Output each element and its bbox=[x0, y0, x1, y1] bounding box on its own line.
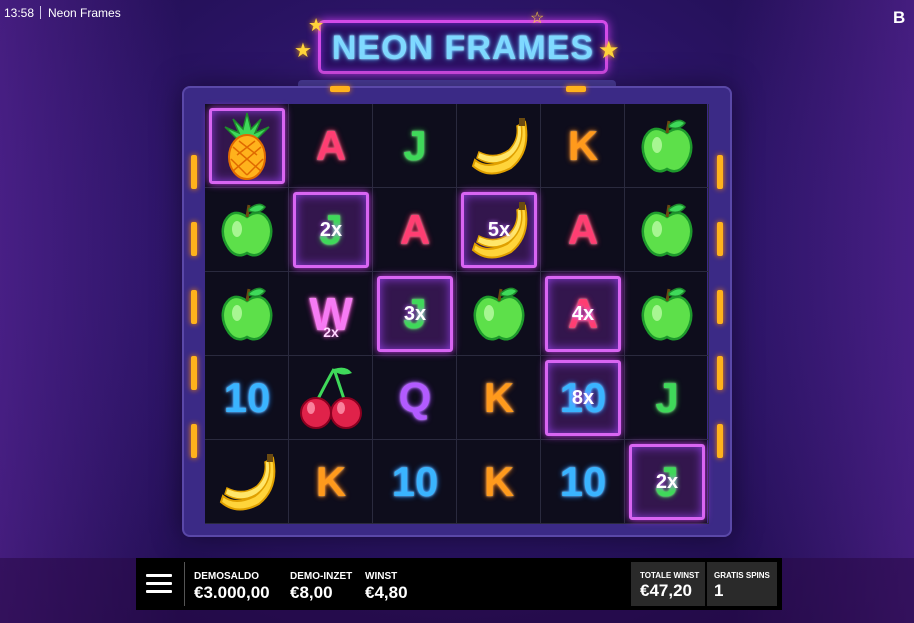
reel-cell: K bbox=[457, 356, 541, 440]
apple-icon bbox=[625, 272, 709, 356]
reel-cell: K bbox=[457, 440, 541, 524]
side-lamp bbox=[717, 155, 723, 189]
winst-label: WINST bbox=[365, 571, 398, 582]
apple-icon bbox=[205, 272, 289, 356]
reel-grid: A J K J 2x A 5x A W 2x J 3x A 4x 10 Q K 10 8x J K 10 K 10 J 2x bbox=[205, 104, 709, 524]
apple-icon bbox=[205, 188, 289, 272]
frame-multiplier: 3x bbox=[403, 303, 427, 325]
banana-icon bbox=[457, 104, 541, 188]
reel-cell: J 2x bbox=[625, 440, 709, 524]
reel-cell: 10 bbox=[541, 440, 625, 524]
banana-icon bbox=[205, 440, 289, 524]
symbol-10: 10 bbox=[391, 458, 439, 505]
reel-cell: J 3x bbox=[373, 272, 457, 356]
reel-cell: K bbox=[289, 440, 373, 524]
reel-cell: A bbox=[373, 188, 457, 272]
divider bbox=[184, 562, 185, 606]
symbol-k: K bbox=[483, 458, 515, 505]
reel-cell: J 2x bbox=[289, 188, 373, 272]
cherry-icon bbox=[289, 356, 373, 440]
reel-cell: J bbox=[373, 104, 457, 188]
totale-winst-value: €47,20 bbox=[640, 581, 692, 600]
star-icon: ★ bbox=[598, 37, 620, 64]
side-lamp bbox=[191, 155, 197, 189]
wild-multiplier: 2x bbox=[323, 324, 339, 340]
reel-cell bbox=[625, 188, 709, 272]
star-icon: ★ bbox=[294, 40, 312, 62]
brand-logo[interactable]: B bbox=[893, 8, 905, 28]
symbol-j: J bbox=[655, 374, 679, 421]
demosaldo-value: €3.000,00 bbox=[194, 583, 270, 602]
gratis-spins-value: 1 bbox=[714, 581, 724, 600]
side-lamp bbox=[191, 222, 197, 256]
inzet-label: DEMO-INZET bbox=[290, 571, 353, 582]
star-icon: ★ bbox=[308, 15, 325, 35]
reel-cell bbox=[205, 188, 289, 272]
frame-multiplier: 8x bbox=[571, 387, 595, 409]
reel-cell bbox=[625, 272, 709, 356]
symbol-q: Q bbox=[398, 374, 432, 421]
symbol-a: A bbox=[567, 206, 599, 253]
logo-text: NEON FRAMES bbox=[331, 29, 595, 67]
game-logo: NEON FRAMES bbox=[318, 20, 608, 74]
reel-cell: 10 bbox=[205, 356, 289, 440]
menu-icon[interactable] bbox=[146, 572, 174, 596]
reel-cell bbox=[205, 440, 289, 524]
reel-cell bbox=[289, 356, 373, 440]
apple-icon bbox=[625, 188, 709, 272]
symbol-a: A bbox=[315, 122, 347, 169]
apple-icon bbox=[625, 104, 709, 188]
reel-cell: 5x bbox=[457, 188, 541, 272]
symbol-w: W bbox=[309, 288, 353, 340]
side-lamp bbox=[717, 290, 723, 324]
gratis-spins-label: GRATIS SPINS bbox=[714, 571, 770, 580]
winst-value: €4,80 bbox=[365, 583, 408, 602]
top-lamp bbox=[330, 86, 350, 92]
top-lamp bbox=[566, 86, 586, 92]
frame-multiplier: 2x bbox=[655, 471, 679, 493]
symbol-10: 10 bbox=[223, 374, 271, 421]
reel-cell bbox=[205, 104, 289, 188]
reel-cell bbox=[457, 272, 541, 356]
demosaldo-label: DEMOSALDO bbox=[194, 571, 259, 582]
pineapple-icon bbox=[205, 104, 289, 188]
frame-multiplier: 4x bbox=[571, 303, 595, 325]
reel-cell: A bbox=[541, 188, 625, 272]
reel-cell: A 4x bbox=[541, 272, 625, 356]
symbol-k: K bbox=[567, 122, 599, 169]
reel-cell bbox=[625, 104, 709, 188]
reel-cell bbox=[457, 104, 541, 188]
apple-icon bbox=[457, 272, 541, 356]
reel-cell: W 2x bbox=[289, 272, 373, 356]
frame-multiplier: 2x bbox=[319, 219, 343, 241]
inzet-value[interactable]: €8,00 bbox=[290, 583, 333, 603]
clock: 13:58 bbox=[4, 6, 35, 20]
symbol-k: K bbox=[315, 458, 347, 505]
symbol-j: J bbox=[403, 122, 427, 169]
side-lamp bbox=[717, 356, 723, 390]
totale-winst-label: TOTALE WINST bbox=[640, 571, 700, 580]
star-icon: ☆ bbox=[530, 10, 545, 27]
reel-cell: K bbox=[541, 104, 625, 188]
symbol-k: K bbox=[483, 374, 515, 421]
side-lamp bbox=[717, 424, 723, 458]
symbol-10: 10 bbox=[559, 458, 607, 505]
reel-cell: A bbox=[289, 104, 373, 188]
reel-cell bbox=[205, 272, 289, 356]
divider bbox=[40, 6, 41, 19]
reel-cell: J bbox=[625, 356, 709, 440]
game-title: Neon Frames bbox=[48, 6, 121, 20]
frame-multiplier: 5x bbox=[487, 219, 511, 241]
side-lamp bbox=[191, 424, 197, 458]
reel-cell: Q bbox=[373, 356, 457, 440]
reel-cell: 10 8x bbox=[541, 356, 625, 440]
reel-cell: 10 bbox=[373, 440, 457, 524]
symbol-a: A bbox=[399, 206, 431, 253]
side-lamp bbox=[191, 290, 197, 324]
side-lamp bbox=[717, 222, 723, 256]
side-lamp bbox=[191, 356, 197, 390]
